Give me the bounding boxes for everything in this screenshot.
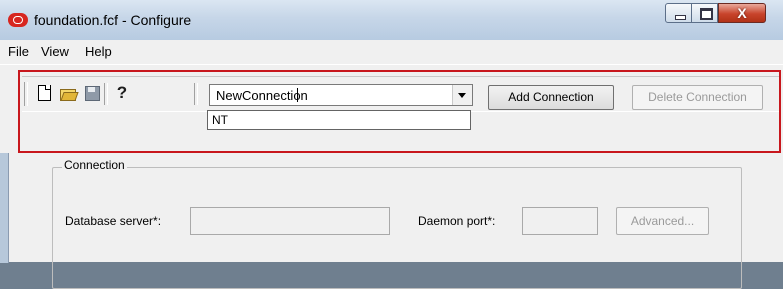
new-file-fold	[45, 85, 50, 90]
connection-dropdown-list: NT	[207, 110, 471, 130]
title-bar[interactable]: foundation.fcf - Configure X	[0, 0, 783, 41]
configure-window: foundation.fcf - Configure X File View H…	[0, 0, 783, 289]
delete-connection-button[interactable]: Delete Connection	[632, 85, 763, 110]
database-server-field[interactable]	[190, 207, 390, 235]
add-connection-button[interactable]: Add Connection	[488, 85, 614, 110]
daemon-port-label: Daemon port*:	[418, 214, 496, 228]
toolbar-separator	[104, 83, 108, 105]
connection-group-title: Connection	[62, 158, 127, 172]
toolbar-separator	[194, 83, 198, 105]
window-title: foundation.fcf - Configure	[34, 12, 192, 28]
connection-combo-value[interactable]: NewConnection	[216, 88, 308, 103]
menu-bar: File View Help	[0, 40, 783, 65]
toolbar: ? NewConnection Add Connection Delete Co…	[22, 76, 779, 112]
new-file-icon[interactable]	[34, 83, 54, 103]
menu-view[interactable]: View	[41, 44, 69, 59]
background-window-edge	[0, 153, 9, 263]
connection-combo[interactable]: NewConnection	[209, 84, 473, 106]
maximize-icon	[700, 8, 713, 20]
open-folder-icon[interactable]	[58, 83, 79, 103]
toolbar-grip[interactable]	[24, 82, 28, 106]
save-disk-icon[interactable]	[82, 83, 102, 103]
maximize-button[interactable]	[691, 3, 718, 23]
oracle-logo-icon	[8, 13, 28, 27]
menu-file[interactable]: File	[8, 44, 29, 59]
advanced-button[interactable]: Advanced...	[616, 207, 709, 235]
close-button[interactable]: X	[718, 3, 766, 23]
help-icon[interactable]: ?	[112, 83, 132, 103]
daemon-port-field[interactable]	[522, 207, 598, 235]
combo-dropdown-arrow-icon[interactable]	[452, 85, 472, 105]
toolbar-highlight-region: ? NewConnection Add Connection Delete Co…	[18, 70, 781, 153]
text-caret	[297, 88, 298, 102]
close-icon: X	[737, 5, 747, 21]
minimize-button[interactable]	[665, 3, 692, 23]
save-disk-label	[88, 87, 95, 92]
dropdown-option-nt[interactable]: NT	[212, 113, 228, 127]
menu-help[interactable]: Help	[85, 44, 112, 59]
database-server-label: Database server*:	[65, 214, 162, 228]
minimize-icon	[675, 15, 686, 20]
